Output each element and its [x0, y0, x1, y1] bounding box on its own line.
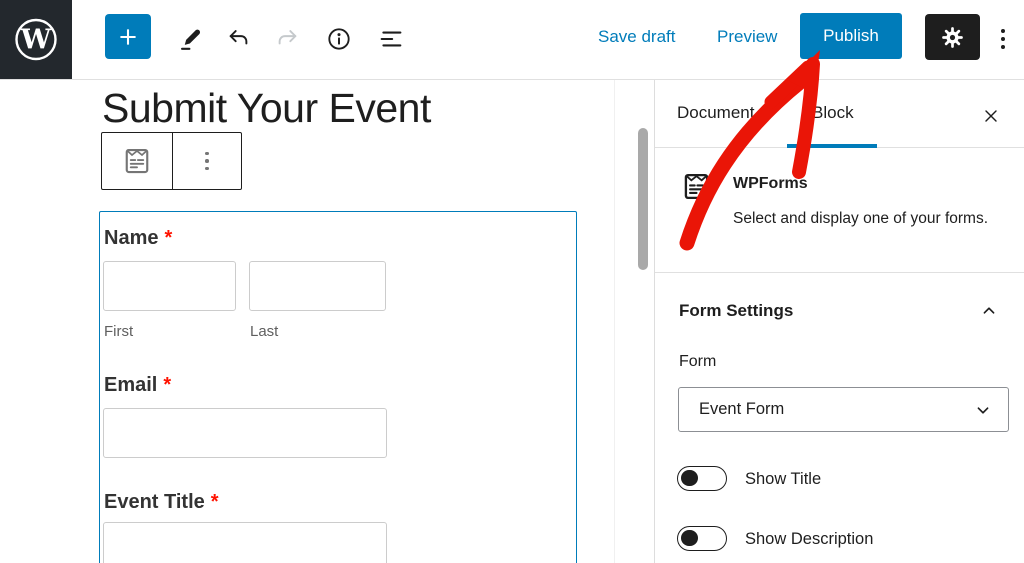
event-title-field-label: Event Title *	[104, 491, 219, 513]
wordpress-logo-icon: W	[15, 18, 57, 61]
block-card-description: Select and display one of your forms.	[733, 210, 989, 227]
required-asterisk: *	[163, 374, 172, 396]
tab-block[interactable]: Block	[812, 103, 854, 123]
form-settings-title: Form Settings	[679, 301, 794, 320]
post-title[interactable]: Submit Your Event	[102, 85, 431, 131]
wpforms-block-button[interactable]	[102, 133, 172, 189]
close-icon	[985, 110, 997, 122]
info-icon	[328, 28, 350, 50]
event-title-input	[103, 522, 387, 563]
undo-button[interactable]	[217, 16, 259, 62]
last-sublabel: Last	[250, 323, 279, 340]
canvas-edge-divider	[614, 80, 615, 563]
tab-document[interactable]: Document	[677, 103, 754, 123]
form-select-value: Event Form	[699, 400, 785, 418]
wpforms-icon	[681, 171, 712, 207]
email-field-label: Email *	[104, 374, 172, 396]
required-asterisk: *	[210, 491, 219, 513]
editor-header: W Save draft Preview Publish	[0, 0, 1024, 80]
sidebar-divider	[654, 80, 655, 563]
block-toolbar	[101, 132, 242, 190]
list-view-button[interactable]	[370, 16, 412, 62]
required-asterisk: *	[164, 227, 173, 249]
toggle-knob	[681, 529, 698, 547]
save-draft-button[interactable]: Save draft	[598, 27, 676, 47]
name-field-label: Name *	[104, 227, 173, 249]
toggle-knob	[681, 469, 698, 487]
add-block-icon	[120, 28, 136, 45]
wordpress-logo[interactable]: W	[0, 0, 72, 79]
active-tab-indicator	[787, 144, 877, 148]
list-view-icon	[380, 31, 402, 47]
pen-icon	[180, 29, 200, 50]
first-name-input	[103, 261, 236, 311]
show-title-label: Show Title	[745, 470, 822, 488]
options-menu-button[interactable]	[988, 16, 1018, 62]
chevron-down-icon	[977, 406, 989, 414]
show-title-toggle[interactable]	[677, 466, 727, 491]
chevron-up-icon	[983, 307, 995, 314]
kebab-icon	[205, 151, 209, 171]
block-options-button[interactable]	[171, 133, 242, 189]
redo-icon	[278, 29, 296, 44]
section-divider	[655, 272, 1024, 273]
close-sidebar-button[interactable]	[974, 99, 1008, 133]
collapse-panel-button[interactable]	[978, 300, 1000, 325]
wpforms-icon	[125, 148, 149, 174]
settings-button[interactable]	[925, 14, 980, 60]
vertical-scrollbar[interactable]	[638, 128, 648, 270]
add-block-button[interactable]	[105, 14, 151, 59]
kebab-icon	[1001, 29, 1005, 49]
show-description-toggle[interactable]	[677, 526, 727, 551]
publish-button[interactable]: Publish	[800, 13, 902, 59]
email-input	[103, 408, 387, 458]
last-name-input	[249, 261, 386, 311]
svg-text:W: W	[20, 25, 52, 56]
show-description-label: Show Description	[745, 530, 874, 548]
info-button[interactable]	[318, 16, 360, 62]
form-select-label: Form	[679, 353, 717, 370]
edit-mode-button[interactable]	[169, 16, 211, 62]
block-card-title: WPForms	[733, 175, 808, 192]
undo-icon	[229, 29, 247, 44]
gear-icon	[942, 26, 963, 48]
form-select[interactable]: Event Form	[678, 387, 1009, 432]
preview-button[interactable]: Preview	[717, 27, 777, 47]
first-sublabel: First	[104, 323, 134, 340]
redo-button[interactable]	[266, 16, 308, 62]
wordpress-block-editor: W Save draft Preview Publish Submit Your…	[0, 0, 1024, 563]
